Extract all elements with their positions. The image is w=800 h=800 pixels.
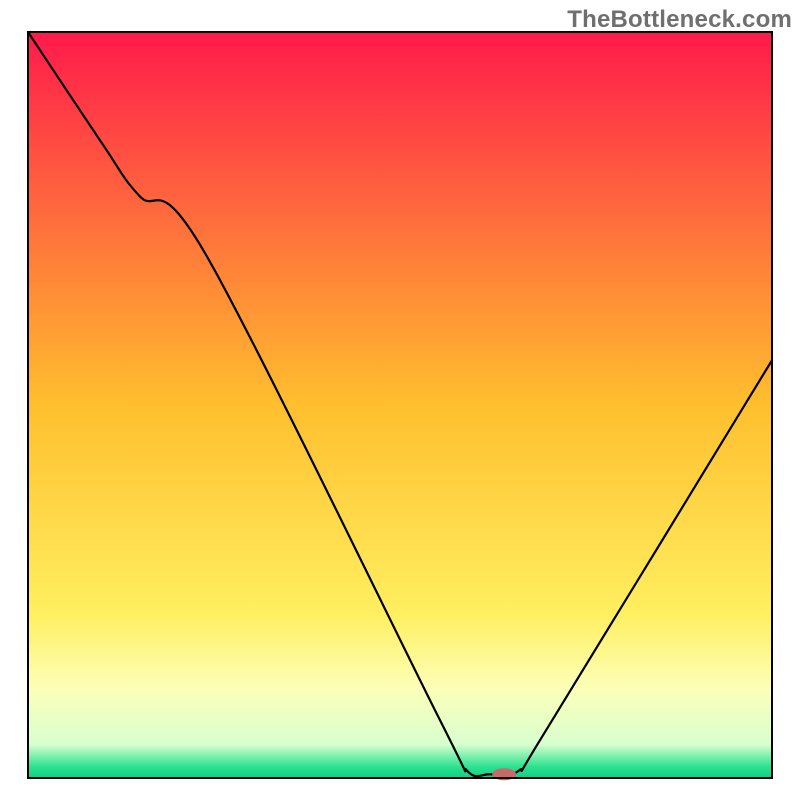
- plot-background: [28, 32, 772, 778]
- chart-canvas: [0, 0, 800, 800]
- bottleneck-chart: TheBottleneck.com: [0, 0, 800, 800]
- watermark-text: TheBottleneck.com: [567, 6, 792, 34]
